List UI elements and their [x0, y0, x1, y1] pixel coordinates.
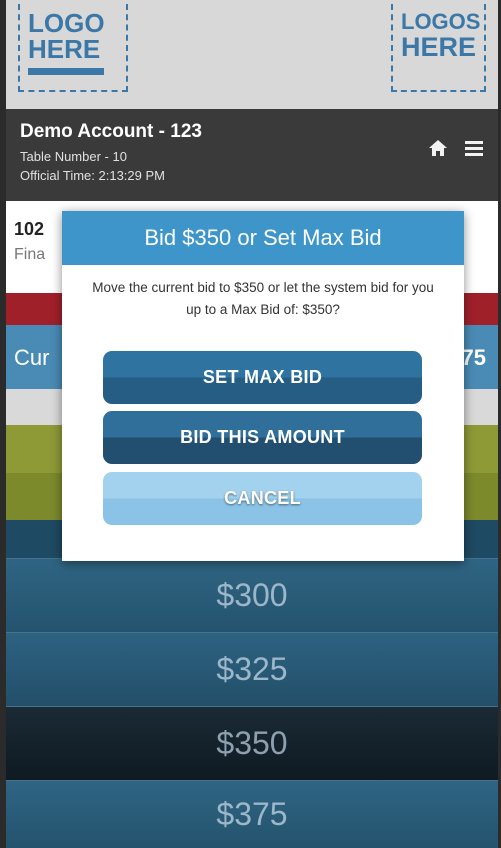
logo-left-line2: HERE	[28, 34, 101, 64]
bid-this-amount-button[interactable]: BID THIS AMOUNT	[103, 411, 422, 464]
account-bar: Demo Account - 123 Table Number - 10 Off…	[6, 109, 498, 201]
bid-amount-row[interactable]: $300	[6, 558, 498, 632]
cancel-button[interactable]: CANCEL	[103, 472, 422, 525]
bid-amount-row[interactable]: $325	[6, 632, 498, 706]
logo-right-line1: LOGOS	[401, 9, 481, 34]
logo-left: LOGO HERE	[18, 4, 128, 92]
app-frame: LOGO HERE LOGOS HERE Demo Account - 123 …	[0, 0, 501, 848]
logo-underline	[28, 68, 104, 75]
bid-amount: $300	[216, 577, 288, 613]
current-bid-value: 75	[461, 345, 486, 370]
hamburger-menu-icon[interactable]	[464, 139, 484, 163]
current-bid-label: Cur	[14, 345, 50, 370]
modal-message: Move the current bid to $350 or let the …	[92, 280, 434, 317]
bid-amount-row-selected[interactable]: $350	[6, 706, 498, 780]
logo-right: LOGOS HERE	[391, 4, 486, 92]
bid-amount: $350	[216, 725, 288, 761]
logo-left-line1: LOGO	[28, 8, 105, 38]
modal-title: Bid $350 or Set Max Bid	[62, 211, 464, 265]
table-number: Table Number - 10	[20, 149, 127, 164]
bid-amount-row[interactable]: $375	[6, 780, 498, 848]
logo-right-line2: HERE	[401, 32, 477, 62]
bid-modal: Bid $350 or Set Max Bid Move the current…	[62, 211, 464, 561]
home-icon[interactable]	[428, 139, 448, 163]
bid-amount: $325	[216, 651, 288, 687]
logo-header: LOGO HERE LOGOS HERE	[6, 0, 498, 109]
set-max-bid-button[interactable]: SET MAX BID	[103, 351, 422, 404]
account-title: Demo Account - 123	[20, 121, 202, 142]
official-time: Official Time: 2:13:29 PM	[20, 168, 165, 183]
bid-amount: $375	[216, 796, 288, 832]
account-icons	[428, 139, 484, 163]
